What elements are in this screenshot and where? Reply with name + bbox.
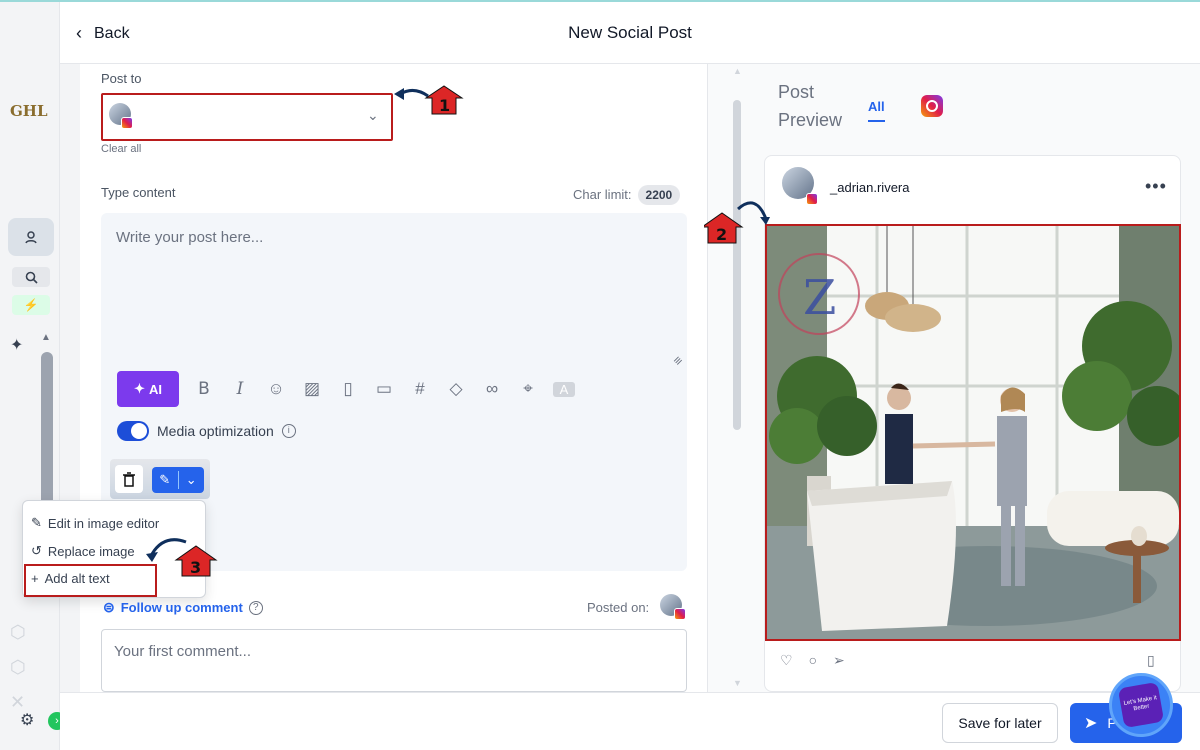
preview-image: Z <box>765 224 1181 641</box>
annotation-arrow-3: 3 <box>146 538 218 577</box>
editor-toolbar: ✦ AI B I ☺ ▨ ▯ ▭ # ◇ ∞ ⌖ A <box>117 371 575 407</box>
instagram-icon <box>674 608 686 620</box>
char-limit: Char limit: 2200 <box>573 185 681 205</box>
preview-username: _adrian.rivera <box>830 180 910 195</box>
posted-on: Posted on: <box>587 600 649 615</box>
search-icon <box>25 271 38 284</box>
top-header: ‹ Back New Social Post <box>60 2 1200 64</box>
char-limit-badge: 2200 <box>637 185 681 205</box>
ai-label: AI <box>148 381 162 397</box>
content-placeholder: Write your post here... <box>116 229 264 246</box>
location-icon[interactable]: ⌖ <box>517 379 539 399</box>
image-icon[interactable]: ▨ <box>301 379 323 399</box>
menu-item-label: Edit in image editor <box>47 515 160 531</box>
post-action-icons: ♡ ○ ➢ <box>780 652 845 669</box>
annotation-arrow-1: 1 <box>394 85 464 115</box>
file-icon[interactable]: ▯ <box>337 379 359 399</box>
cube-icon: ⬡ <box>10 657 26 677</box>
bolt-icon: ⚡ <box>23 298 39 312</box>
rail-scroll-thumb[interactable] <box>41 352 53 512</box>
settings-icon[interactable]: ⚙ <box>20 710 34 730</box>
link-icon[interactable]: ∞ <box>481 379 503 399</box>
help-icon[interactable]: ? <box>248 600 263 615</box>
tab-all[interactable]: All <box>868 99 885 122</box>
badge-heart-icon: Let's Make it Better <box>1117 681 1165 729</box>
type-content-label: Type content <box>101 185 176 200</box>
clear-all-link[interactable]: Clear all <box>101 143 141 155</box>
tag-icon[interactable]: ◇ <box>445 379 467 399</box>
instagram-icon <box>806 193 818 205</box>
info-icon[interactable]: i <box>281 424 296 438</box>
annotation-arrow-2: 2 <box>704 201 770 244</box>
pencil-icon: ✎ <box>31 515 42 530</box>
more-options-icon[interactable]: ••• <box>1145 176 1167 197</box>
preview-title: Post Preview <box>778 82 843 130</box>
annotation-number-3: 3 <box>190 558 201 577</box>
post-to-select[interactable]: ⌄ <box>101 93 393 141</box>
rail-user-button[interactable] <box>8 218 54 256</box>
save-for-later-button[interactable]: Save for later <box>942 703 1058 743</box>
heart-icon[interactable]: ♡ <box>780 652 793 669</box>
scroll-up-icon[interactable]: ▲ <box>41 332 51 343</box>
ai-button[interactable]: ✦ AI <box>117 371 179 407</box>
edit-media-button[interactable]: ✎ ⌄ <box>152 467 204 493</box>
follow-up-comment-toggle[interactable]: ⊜ Follow up comment ? <box>103 599 263 616</box>
comment-icon[interactable]: ○ <box>809 652 817 669</box>
instagram-tab-icon[interactable] <box>921 95 943 117</box>
pencil-icon[interactable]: ✎ <box>152 467 178 493</box>
first-comment-input[interactable] <box>101 629 687 692</box>
rail-search-button[interactable] <box>12 267 50 287</box>
editor-scrollbar[interactable] <box>733 100 741 430</box>
send-icon[interactable]: ➢ <box>833 652 845 669</box>
menu-item-replace-image[interactable]: ↺ Replace image <box>31 543 135 559</box>
overlay-badge: Let's Make it Better <box>1109 673 1173 737</box>
sparkle-icon: ✦ <box>134 381 145 396</box>
post-to-label: Post to <box>101 71 142 86</box>
page-title: New Social Post <box>568 23 692 42</box>
italic-icon[interactable]: I <box>229 379 251 399</box>
hashtag-icon[interactable]: # <box>409 379 431 399</box>
media-optimization-row: Media optimization i <box>117 421 296 441</box>
media-optimization-label: Media optimization <box>157 423 274 439</box>
first-comment-placeholder: Your first comment... <box>114 643 251 660</box>
annotation-highlight <box>24 564 157 597</box>
emoji-icon[interactable]: ☺ <box>265 379 287 399</box>
text-icon[interactable]: A <box>553 381 575 397</box>
bookmark-icon[interactable]: ▯ <box>1147 652 1155 669</box>
delete-media-button[interactable] <box>115 465 143 493</box>
scroll-down-icon[interactable]: ▼ <box>733 678 742 688</box>
chevron-down-icon: ⌄ <box>367 107 379 123</box>
instagram-icon <box>121 117 133 129</box>
comment-icon: ⊜ <box>103 599 115 615</box>
char-limit-label: Char limit: <box>573 187 632 202</box>
send-icon: ➤ <box>1084 715 1098 732</box>
annotation-number-2: 2 <box>716 225 727 244</box>
chevron-down-icon[interactable]: ⌄ <box>179 467 205 493</box>
sparkle-icon[interactable]: ✦ <box>10 335 23 355</box>
watermark-logo: Z <box>803 270 836 326</box>
rail-bolt-button[interactable]: ⚡ <box>12 295 50 315</box>
left-rail: GHL ⚡ ✦ ▲ ⬡ ⬡ ✕ <box>0 2 60 750</box>
video-icon[interactable]: ▭ <box>373 379 395 399</box>
brand-logo: GHL <box>10 102 48 120</box>
menu-item-label: Replace image <box>47 543 135 559</box>
media-optimization-toggle[interactable] <box>117 421 149 441</box>
annotation-number-1: 1 <box>439 96 450 115</box>
scroll-up-icon[interactable]: ▲ <box>733 66 742 76</box>
bold-icon[interactable]: B <box>193 379 215 399</box>
rotate-icon: ↺ <box>31 543 42 558</box>
follow-up-label: Follow up comment <box>120 600 243 615</box>
trash-icon <box>123 471 135 487</box>
cube-icon: ⬡ <box>10 622 26 642</box>
posted-on-label: Posted on: <box>587 600 650 615</box>
menu-item-edit-image[interactable]: ✎ Edit in image editor <box>31 515 159 531</box>
user-icon <box>25 231 37 244</box>
